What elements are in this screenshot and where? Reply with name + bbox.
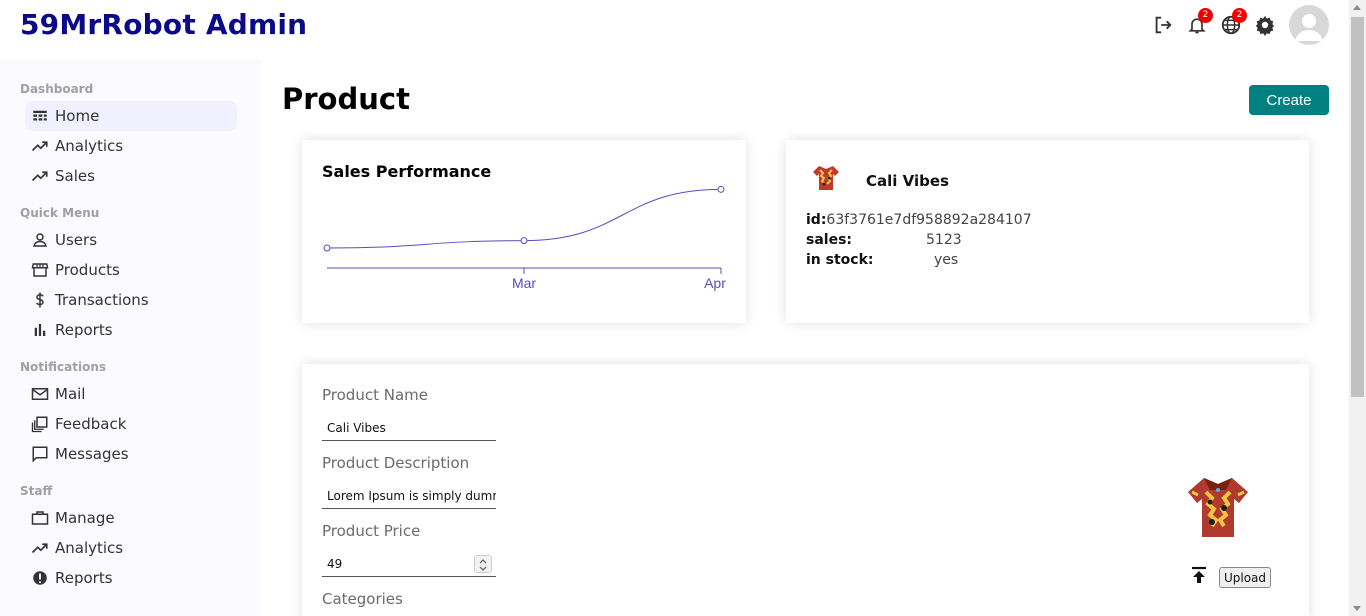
sidebar-item-label: Mail [55, 385, 86, 403]
topbar-icons: 2 2 [1141, 5, 1329, 45]
language-button[interactable]: 2 [1219, 8, 1247, 37]
product-sales-label: sales: [806, 232, 853, 248]
store-icon [31, 263, 49, 277]
trending-icon [31, 171, 48, 182]
product-name: Cali Vibes [866, 172, 949, 190]
sidebar-item-label: Analytics [55, 539, 124, 557]
sidebar-item-mail[interactable]: Mail [25, 379, 237, 409]
sidebar-item-label: Products [55, 261, 120, 279]
sidebar-section-staff: Staff [20, 484, 53, 498]
trending-icon [31, 543, 48, 554]
sidebar-item-label: Messages [55, 445, 129, 463]
scroll-up-arrow[interactable] [1353, 5, 1361, 10]
product-sales-row: sales: 5123 [806, 232, 962, 248]
sidebar-section-dashboard: Dashboard [20, 82, 94, 96]
product-name-label: Product Name [322, 386, 428, 404]
product-id-row: id: 63f3761e7df958892a284107 [806, 212, 1032, 228]
notification-badge: 2 [1198, 8, 1213, 23]
sales-chart: Mar Apr [323, 185, 726, 291]
sidebar-item-label: Users [55, 231, 98, 249]
product-id-label: id: [806, 212, 827, 228]
avatar[interactable] [1289, 5, 1329, 45]
sidebar-item-label: Feedback [55, 415, 127, 433]
page-scrollbar[interactable] [1349, 0, 1366, 616]
sidebar-item-home[interactable]: Home [25, 101, 237, 131]
app-logo[interactable]: 59MrRobot Admin [20, 8, 307, 41]
product-stock-label: in stock: [806, 252, 874, 268]
sidebar-item-label: Sales [55, 167, 95, 185]
product-id-value: 63f3761e7df958892a284107 [826, 212, 1032, 228]
page-title: Product [282, 82, 410, 116]
upload-icon[interactable] [1190, 566, 1208, 584]
sidebar-section-quick-menu: Quick Menu [20, 206, 100, 220]
sidebar-item-feedback[interactable]: Feedback [25, 409, 237, 439]
mail-icon [31, 388, 49, 400]
upload-button[interactable]: Upload [1219, 567, 1271, 588]
dollar-icon [36, 292, 44, 308]
sidebar-item-label: Transactions [55, 291, 149, 309]
product-price-input[interactable]: 49 [322, 551, 496, 577]
scroll-thumb[interactable] [1351, 17, 1364, 397]
product-edit-form: Product Name Product Description Product… [302, 364, 1309, 616]
sidebar-item-users[interactable]: Users [25, 225, 237, 255]
sidebar-item-sales[interactable]: Sales [25, 161, 237, 191]
data-point[interactable] [520, 237, 528, 245]
sidebar: Dashboard Home Analytics Sales Quick Men… [0, 60, 262, 616]
product-info-card: Cali Vibes id: 63f3761e7df958892a284107 … [786, 140, 1309, 323]
product-stock-value: yes [934, 252, 959, 268]
x-tick-label: Mar [512, 275, 536, 291]
report-icon [33, 571, 47, 585]
categories-label: Categories [322, 590, 403, 608]
product-price-value: 49 [327, 557, 343, 571]
gear-icon[interactable] [1253, 13, 1277, 37]
trending-icon [31, 141, 48, 152]
sidebar-item-label: Manage [55, 509, 115, 527]
sidebar-item-messages[interactable]: Messages [25, 439, 237, 469]
product-sales-value: 5123 [926, 232, 962, 248]
briefcase-icon [31, 511, 49, 525]
product-stock-row: in stock: yes [806, 252, 958, 268]
sidebar-item-analytics[interactable]: Analytics [25, 131, 237, 161]
topbar: 59MrRobot Admin 2 2 [0, 0, 1349, 52]
create-button[interactable]: Create [1249, 85, 1329, 115]
product-price-label: Product Price [322, 522, 421, 540]
sidebar-item-transactions[interactable]: Transactions [25, 285, 237, 315]
data-point[interactable] [717, 185, 725, 193]
sales-performance-card: Sales Performance Mar Apr [302, 140, 746, 323]
sidebar-item-reports[interactable]: Reports [25, 315, 237, 345]
product-description-input[interactable] [322, 483, 496, 509]
sidebar-item-label: Reports [55, 321, 113, 339]
sidebar-item-manage[interactable]: Manage [25, 503, 237, 533]
bar-chart-icon [34, 324, 46, 336]
sidebar-item-label: Home [55, 107, 100, 125]
sidebar-item-staff-analytics[interactable]: Analytics [25, 533, 237, 563]
language-badge: 2 [1232, 8, 1247, 23]
feedback-icon [31, 416, 48, 433]
product-description-label: Product Description [322, 454, 470, 472]
home-icon [33, 110, 47, 121]
price-stepper[interactable] [474, 555, 492, 573]
user-icon [33, 233, 47, 247]
x-tick-label: Apr [704, 275, 726, 291]
product-image[interactable] [1182, 472, 1254, 544]
notifications-button[interactable]: 2 [1185, 8, 1213, 37]
message-icon [32, 446, 48, 463]
data-point[interactable] [323, 244, 331, 252]
product-name-input[interactable] [322, 415, 496, 441]
sidebar-item-products[interactable]: Products [25, 255, 237, 285]
product-thumbnail [813, 166, 839, 190]
sidebar-item-staff-reports[interactable]: Reports [25, 563, 237, 593]
scroll-down-arrow[interactable] [1353, 606, 1361, 611]
sidebar-section-notifications: Notifications [20, 360, 107, 374]
sidebar-item-label: Reports [55, 569, 113, 587]
logout-icon[interactable] [1151, 13, 1175, 37]
sidebar-item-label: Analytics [55, 137, 124, 155]
